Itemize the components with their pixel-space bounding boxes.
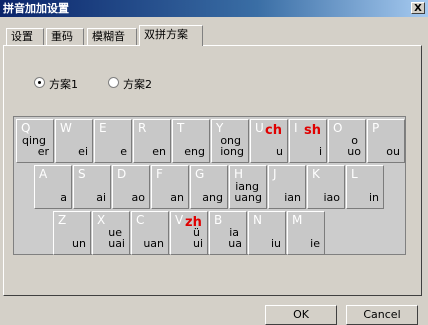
key-final: a xyxy=(60,191,67,204)
key-final: ian xyxy=(284,191,301,204)
key-letter: M xyxy=(292,213,303,227)
key-letter: I xyxy=(294,121,298,135)
key-h: Hiang uang xyxy=(229,165,267,209)
scheme1-label: 方案1 xyxy=(49,78,78,91)
key-letter: D xyxy=(117,167,127,181)
key-letter: G xyxy=(195,167,205,181)
tab-duplicates[interactable]: 重码 xyxy=(46,28,84,45)
key-final: ou xyxy=(386,145,400,158)
key-letter: P xyxy=(372,121,380,135)
key-letter: A xyxy=(39,167,48,181)
key-o: Oo uo xyxy=(328,119,366,163)
key-letter: F xyxy=(156,167,163,181)
key-final: iao xyxy=(323,191,340,204)
key-n: Niu xyxy=(248,211,286,255)
key-l: Lin xyxy=(346,165,384,209)
key-final: eng xyxy=(184,145,205,158)
close-button[interactable]: X xyxy=(411,2,425,14)
key-x: Xue uai xyxy=(92,211,130,255)
key-final: uan xyxy=(143,237,164,250)
cancel-button[interactable]: Cancel xyxy=(346,305,418,325)
key-letter: S xyxy=(78,167,86,181)
key-letter: W xyxy=(60,121,72,135)
key-final: i xyxy=(318,145,322,158)
key-letter: U xyxy=(255,121,264,135)
key-t: Teng xyxy=(172,119,210,163)
key-letter: N xyxy=(253,213,262,227)
key-letter: E xyxy=(99,121,107,135)
key-b: Bia ua xyxy=(209,211,247,255)
key-final: ang xyxy=(202,191,223,204)
key-final: uo xyxy=(347,145,361,158)
key-q: Qqing er xyxy=(16,119,54,163)
key-r: Ren xyxy=(133,119,171,163)
key-g: Gang xyxy=(190,165,228,209)
key-letter: H xyxy=(234,167,244,181)
key-initial: sh xyxy=(304,123,321,138)
title-bar: 拼音加加设置 X xyxy=(0,0,428,17)
key-letter: K xyxy=(312,167,320,181)
tab-settings[interactable]: 设置 xyxy=(6,28,44,45)
key-letter: V xyxy=(175,213,184,227)
key-letter: L xyxy=(351,167,358,181)
key-final: e xyxy=(120,145,127,158)
key-final: iong xyxy=(220,145,244,158)
key-s: Sai xyxy=(73,165,111,209)
key-final: en xyxy=(152,145,166,158)
key-m: Mie xyxy=(287,211,325,255)
key-final: ai xyxy=(96,191,106,204)
key-f: Fan xyxy=(151,165,189,209)
key-z: Zun xyxy=(53,211,91,255)
key-letter: Z xyxy=(58,213,67,227)
key-final: uang xyxy=(234,191,262,204)
key-initial: zh xyxy=(185,215,202,230)
key-p: Pou xyxy=(367,119,405,163)
key-w: Wei xyxy=(55,119,93,163)
radio-unselected-icon xyxy=(108,77,119,88)
key-letter: X xyxy=(97,213,106,227)
key-final: ei xyxy=(78,145,88,158)
key-i: Ii sh xyxy=(289,119,327,163)
ok-button[interactable]: OK xyxy=(265,305,337,325)
key-final: iu xyxy=(270,237,281,250)
key-initial: ch xyxy=(265,123,282,138)
tab-fuzzy-sound[interactable]: 模糊音 xyxy=(87,28,137,45)
window-title: 拼音加加设置 xyxy=(3,2,69,15)
key-final: u xyxy=(276,145,283,158)
key-final: er xyxy=(37,145,49,158)
key-final: ui xyxy=(192,237,203,250)
key-final: un xyxy=(72,237,86,250)
key-letter: R xyxy=(138,121,147,135)
key-final: ao xyxy=(131,191,145,204)
key-final: ua xyxy=(228,237,242,250)
key-c: Cuan xyxy=(131,211,169,255)
key-j: Jian xyxy=(268,165,306,209)
keyboard-layout: Qqing er Wei Ee Ren Teng Yong iong Uu ch Ii sh Oo uo P… xyxy=(13,116,406,255)
key-e: Ee xyxy=(94,119,132,163)
scheme2-label: 方案2 xyxy=(123,78,152,91)
key-letter: T xyxy=(177,121,185,135)
key-v: Vü ui zh xyxy=(170,211,208,255)
key-final: an xyxy=(170,191,184,204)
key-final: ie xyxy=(310,237,320,250)
key-letter: J xyxy=(273,167,277,181)
radio-selected-icon xyxy=(34,77,45,88)
key-final: uai xyxy=(108,237,125,250)
key-letter: C xyxy=(136,213,145,227)
key-letter: O xyxy=(333,121,343,135)
key-letter: Q xyxy=(21,121,31,135)
key-letter: B xyxy=(214,213,223,227)
key-k: Kiao xyxy=(307,165,345,209)
key-a: Aa xyxy=(34,165,72,209)
key-u: Uu ch xyxy=(250,119,288,163)
key-final: in xyxy=(368,191,379,204)
key-d: Dao xyxy=(112,165,150,209)
key-letter: Y xyxy=(216,121,224,135)
key-y: Yong iong xyxy=(211,119,249,163)
tab-double-pinyin[interactable]: 双拼方案 xyxy=(139,25,203,46)
